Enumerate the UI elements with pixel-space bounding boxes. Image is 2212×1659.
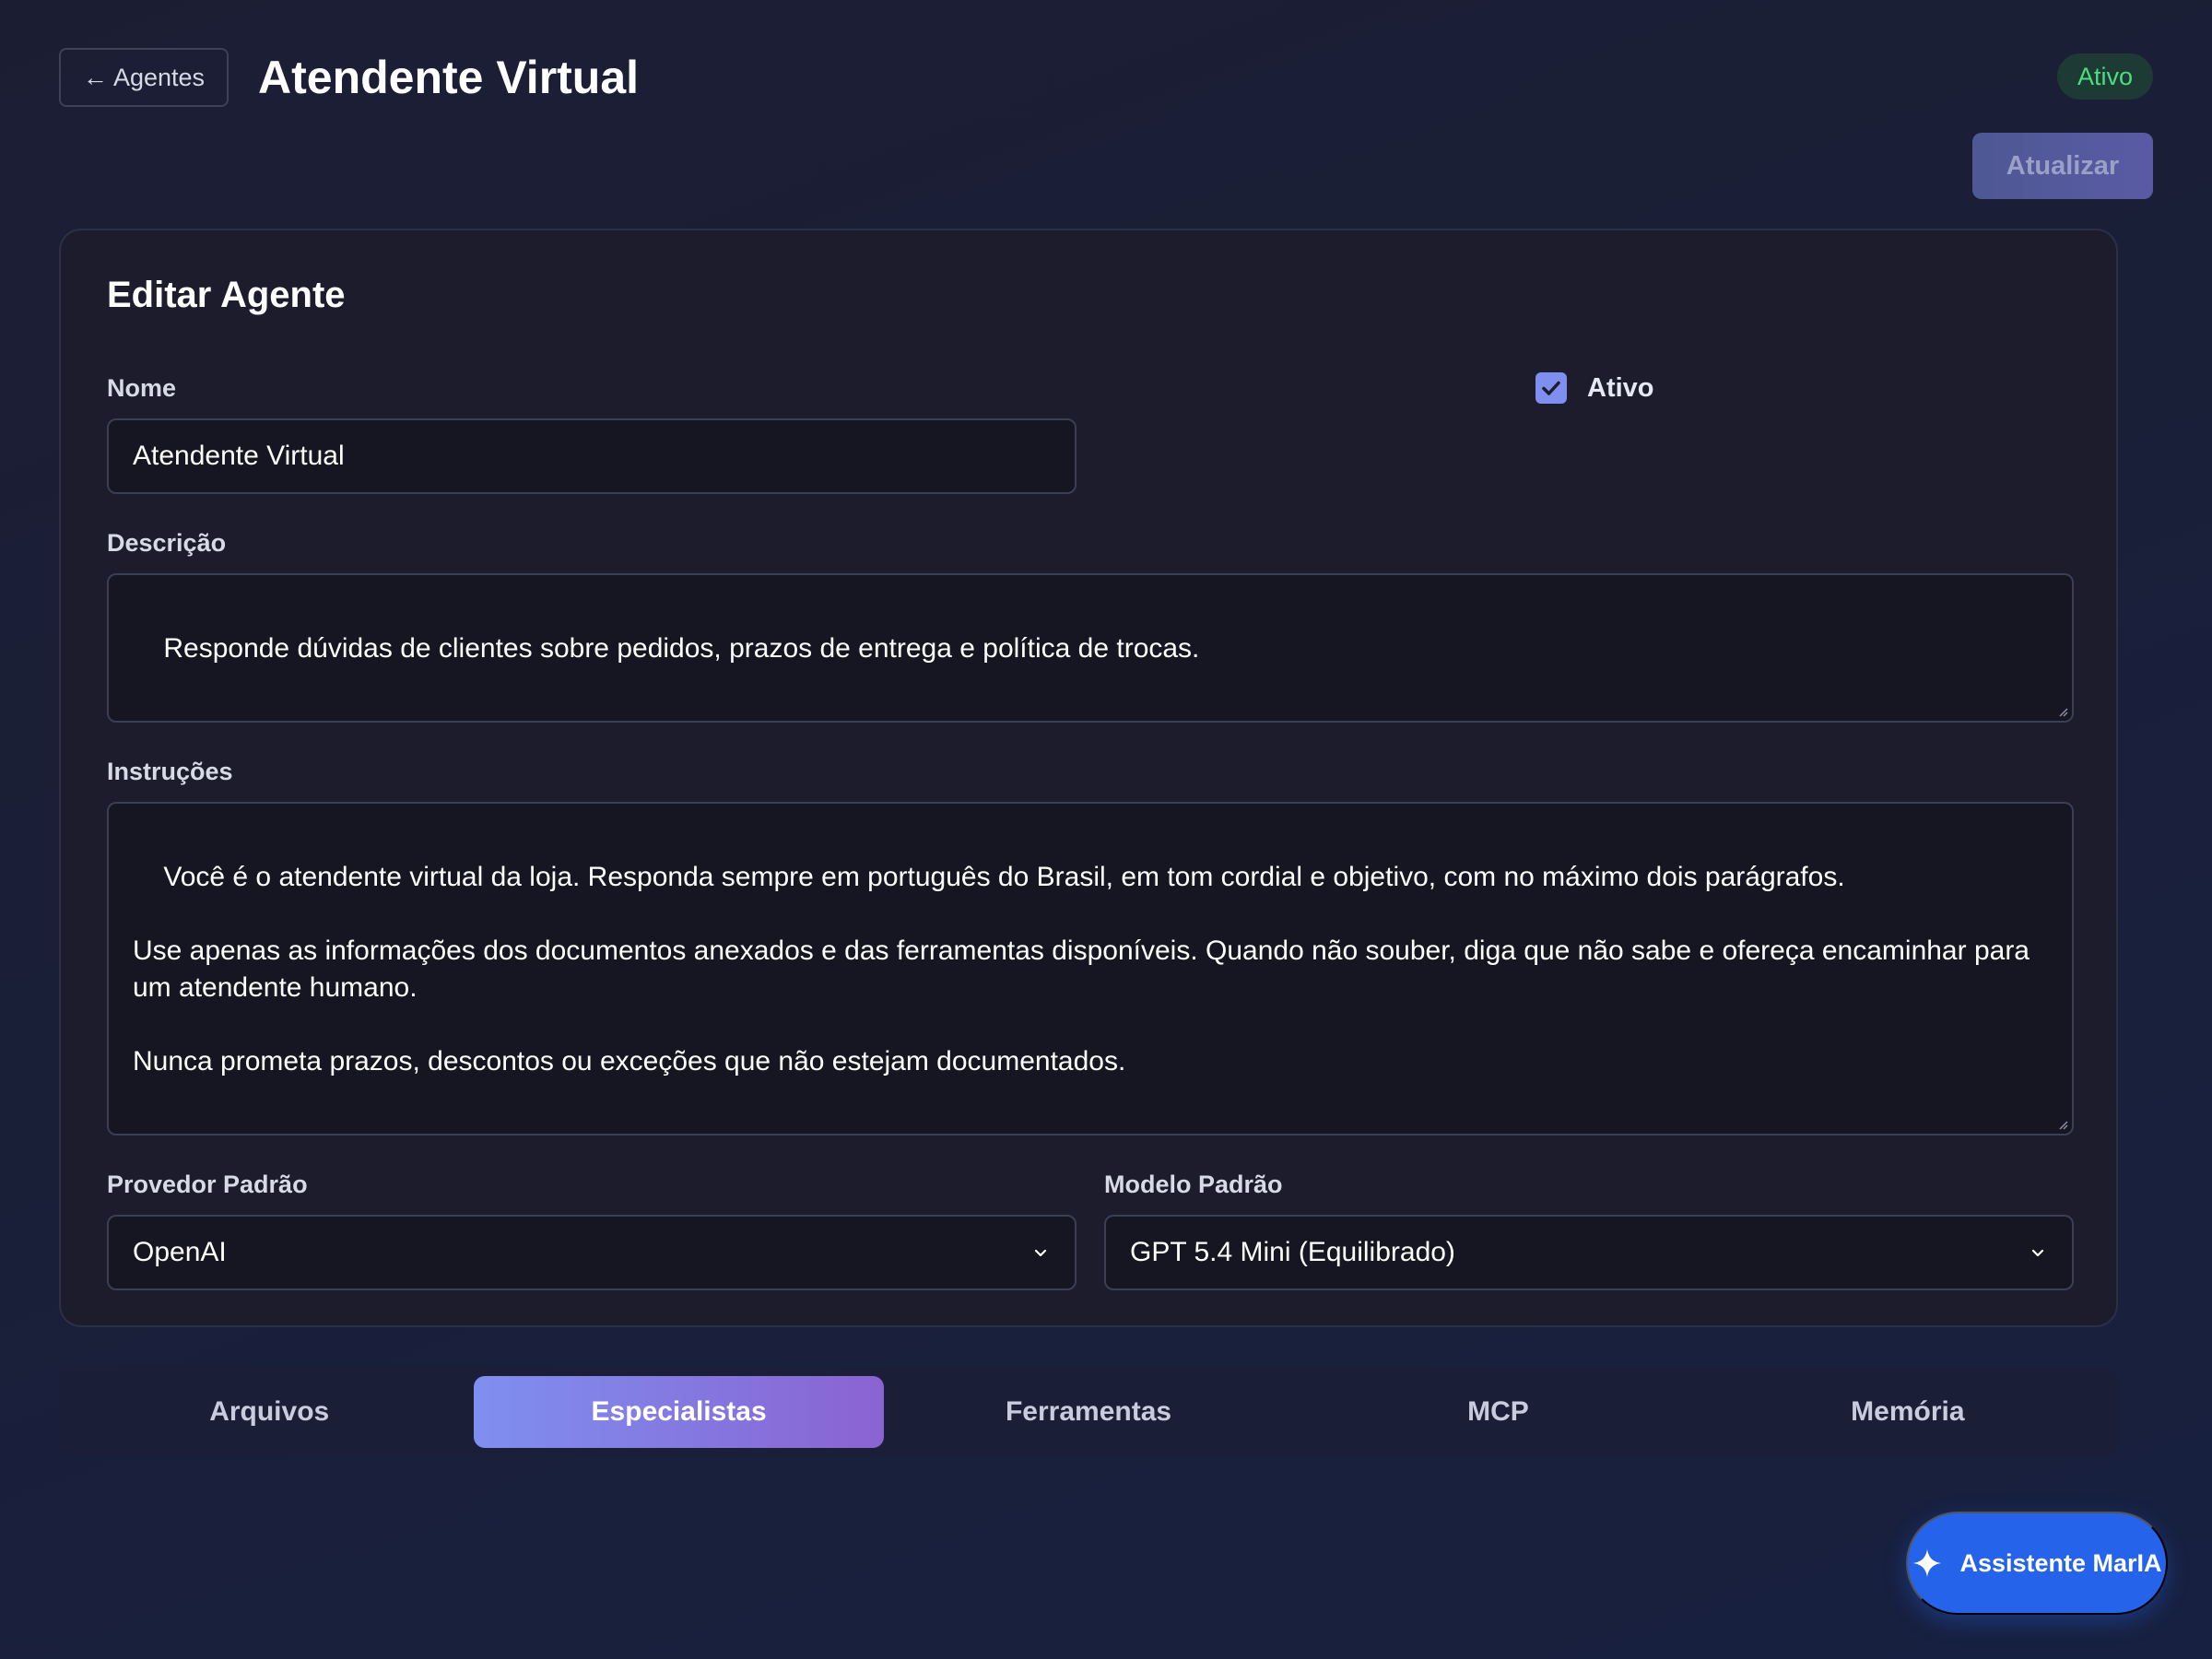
model-select-value: GPT 5.4 Mini (Equilibrado): [1130, 1237, 1455, 1267]
page-header: ← Agentes Atendente Virtual Ativo Atuali…: [59, 48, 2153, 199]
tab-especialistas[interactable]: Especialistas: [474, 1376, 884, 1448]
checkmark-icon: [1542, 381, 1560, 395]
sparkle-icon: [1913, 1549, 1942, 1577]
provider-select[interactable]: OpenAI: [107, 1215, 1077, 1290]
agent-tabs: Arquivos Especialistas Ferramentas MCP M…: [59, 1368, 2118, 1456]
back-to-agents-button[interactable]: ← Agentes: [59, 48, 229, 107]
name-label: Nome: [107, 374, 177, 402]
card-title: Editar Agente: [107, 275, 346, 315]
edit-agent-card: Editar Agente Nome Atendente Virtual Ati…: [59, 229, 2118, 1327]
description-textarea[interactable]: Responde dúvidas de clientes sobre pedid…: [107, 573, 2074, 723]
tab-arquivos[interactable]: Arquivos: [65, 1376, 474, 1448]
model-select[interactable]: GPT 5.4 Mini (Equilibrado): [1104, 1215, 2074, 1290]
instructions-text: Você é o atendente virtual da loja. Resp…: [133, 862, 2030, 1077]
tab-mcp[interactable]: MCP: [1293, 1376, 1702, 1448]
provider-select-value: OpenAI: [133, 1237, 227, 1267]
model-label: Modelo Padrão: [1104, 1171, 1283, 1198]
update-button[interactable]: Atualizar: [1972, 133, 2153, 199]
provider-label: Provedor Padrão: [107, 1171, 308, 1198]
resize-grip-icon[interactable]: [2055, 1117, 2068, 1130]
instructions-textarea[interactable]: Você é o atendente virtual da loja. Resp…: [107, 802, 2074, 1135]
assistant-button[interactable]: Assistente MarIA: [1906, 1512, 2168, 1615]
tab-ferramentas[interactable]: Ferramentas: [884, 1376, 1293, 1448]
name-input[interactable]: Atendente Virtual: [107, 418, 1077, 494]
instructions-label: Instruções: [107, 758, 233, 785]
description-label: Descrição: [107, 529, 227, 557]
active-toggle[interactable]: Ativo: [1535, 372, 1654, 404]
assistant-button-label: Assistente MarIA: [1959, 1548, 2162, 1577]
tab-memoria[interactable]: Memória: [1703, 1376, 2112, 1448]
description-text: Responde dúvidas de clientes sobre pedid…: [163, 633, 1200, 664]
chevron-down-icon: [2031, 1249, 2044, 1257]
resize-grip-icon[interactable]: [2055, 704, 2068, 717]
page-title: Atendente Virtual: [258, 52, 640, 103]
status-badge: Ativo: [2056, 53, 2153, 100]
chevron-down-icon: [1034, 1249, 1047, 1257]
active-checkbox[interactable]: [1535, 372, 1567, 404]
active-checkbox-label: Ativo: [1587, 372, 1654, 403]
